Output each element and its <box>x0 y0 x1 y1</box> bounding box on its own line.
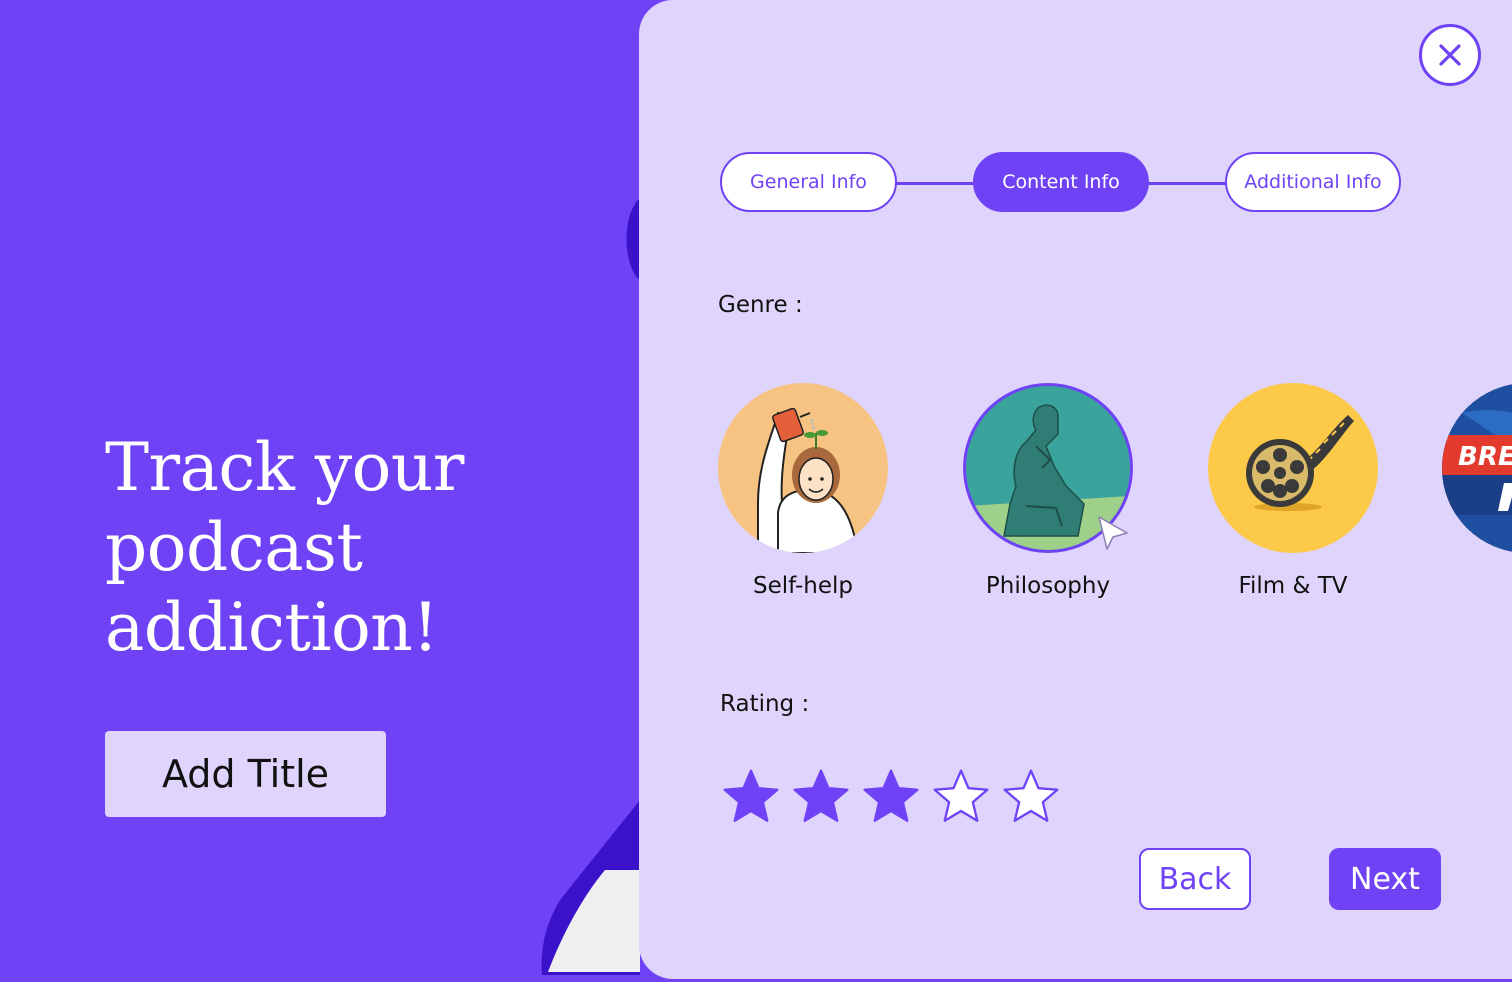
back-button[interactable]: Back <box>1139 848 1251 910</box>
step-label: Content Info <box>1002 171 1120 193</box>
genre-image <box>1208 383 1378 553</box>
breaking-news-illustration-icon: BREA <box>1442 384 1512 552</box>
close-icon <box>1439 44 1461 66</box>
genre-image <box>718 383 888 553</box>
star-icon-4[interactable] <box>930 766 992 828</box>
step-connector <box>896 182 974 185</box>
star-icon-2[interactable] <box>790 766 852 828</box>
add-title-button[interactable]: Add Title <box>105 731 386 817</box>
star-icon-5[interactable] <box>1000 766 1062 828</box>
step-general-info[interactable]: General Info <box>720 152 897 212</box>
genre-film-tv[interactable]: Film & TV <box>1208 383 1378 599</box>
genre-label-text: Film & TV <box>1238 573 1348 599</box>
genre-image: BREA <box>1442 383 1512 553</box>
film-reel-illustration-icon <box>1246 415 1354 511</box>
genre-label-text: Self-help <box>753 573 853 599</box>
star-icon-3[interactable] <box>860 766 922 828</box>
genre-label-text: Ne <box>1402 573 1512 599</box>
news-badge-text: BREA <box>1458 442 1512 472</box>
genre-self-help[interactable]: Self-help <box>718 383 888 599</box>
step-additional-info[interactable]: Additional Info <box>1225 152 1401 212</box>
content-info-panel: General Info Content Info Additional Inf… <box>639 0 1512 979</box>
cursor-arrow-icon <box>1098 516 1128 550</box>
step-label: Additional Info <box>1244 171 1382 193</box>
step-indicator: General Info Content Info Additional Inf… <box>720 152 1401 216</box>
step-connector <box>1148 182 1226 185</box>
star-icon-1[interactable] <box>720 766 782 828</box>
star-rating <box>720 766 1062 828</box>
genre-news[interactable]: BREA Ne <box>1442 383 1512 599</box>
rating-label: Rating : <box>720 691 810 717</box>
step-label: General Info <box>750 171 867 193</box>
self-help-illustration-icon <box>757 407 860 553</box>
hero-title: Track your podcast addiction! <box>105 429 464 666</box>
close-button[interactable] <box>1419 24 1481 86</box>
genre-label-text: Philosophy <box>985 573 1111 599</box>
step-content-info[interactable]: Content Info <box>973 152 1149 212</box>
genre-philosophy[interactable]: Philosophy <box>963 383 1133 599</box>
genre-label: Genre : <box>718 292 803 318</box>
genre-list: Self-help Philosophy Film & TV BR <box>718 383 1512 623</box>
next-button[interactable]: Next <box>1329 848 1441 910</box>
